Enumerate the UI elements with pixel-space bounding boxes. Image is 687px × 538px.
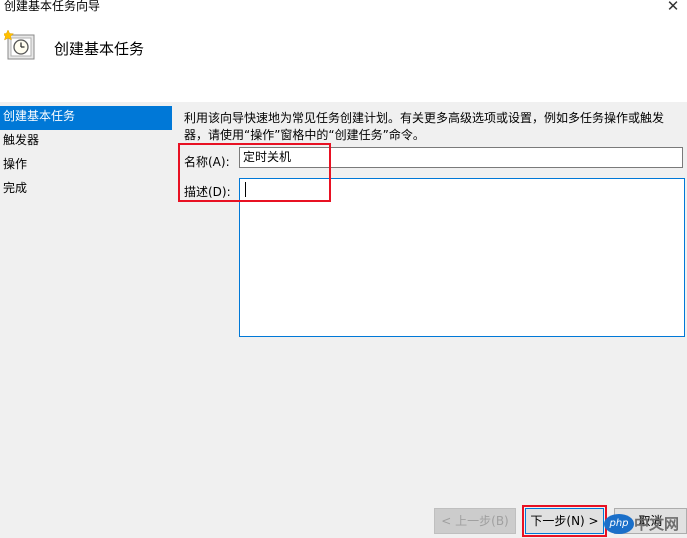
wizard-window: 创建基本任务向导 ✕ 创建基本任务 创建基本任务 触发器 操作 完成 利用该向导…: [0, 0, 687, 538]
wizard-header: 创建基本任务: [0, 16, 687, 102]
watermark-badge: php: [604, 514, 634, 534]
intro-text: 利用该向导快速地为常见任务创建计划。有关更多高级选项或设置，例如多任务操作或触发…: [184, 111, 665, 142]
close-button[interactable]: ✕: [661, 0, 685, 15]
back-button[interactable]: < 上一步(B): [434, 508, 516, 534]
highlight-annotation-next: [522, 505, 607, 537]
highlight-annotation-fields: [178, 143, 331, 202]
site-watermark: php 中文网: [604, 510, 686, 538]
title-bar: 创建基本任务向导 ✕: [0, 0, 687, 16]
wizard-steps: 创建基本任务 触发器 操作 完成: [0, 106, 172, 202]
page-title: 创建基本任务: [54, 40, 145, 58]
step-trigger[interactable]: 触发器: [0, 130, 172, 154]
task-scheduler-clock-icon: [4, 29, 35, 60]
step-create-basic-task[interactable]: 创建基本任务: [0, 106, 172, 130]
window-title: 创建基本任务向导: [4, 0, 101, 13]
watermark-text: 中文网: [634, 515, 680, 533]
step-action[interactable]: 操作: [0, 154, 172, 178]
step-finish[interactable]: 完成: [0, 178, 172, 202]
